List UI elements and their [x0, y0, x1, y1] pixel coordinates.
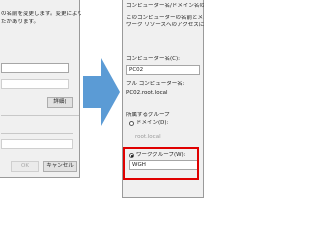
left-separator [1, 115, 79, 116]
ok-button[interactable]: OK [11, 161, 39, 172]
left-workgroup-input[interactable] [1, 139, 73, 149]
right-description-line1: このコンピューターの名前とメンバーシップを変更 [126, 15, 204, 21]
domain-value: root.local [135, 134, 161, 140]
right-description-line2: ワーク リソースへのアクセスに影響する場合があ [126, 22, 204, 28]
left-description-line1: の名前を変更します。変更により、ネット [1, 11, 81, 17]
left-group-line [1, 133, 73, 134]
workgroup-highlight-box [123, 147, 199, 180]
left-computer-name-input[interactable] [1, 63, 69, 73]
member-of-label: 所属するグループ [126, 112, 170, 118]
domain-radio[interactable] [129, 121, 134, 126]
cancel-button[interactable]: キャンセル [43, 161, 77, 172]
arrow-right-icon [83, 58, 120, 126]
computer-name-label: コンピューター名(C): [126, 56, 180, 62]
left-dialog: の名前を変更します。変更により、ネット たがあります。 詳細( OK キャンセル [0, 0, 81, 178]
domain-label: ドメイン(D): [136, 120, 169, 126]
dialog-title: コンピューター名/ドメイン名の変更 [126, 3, 204, 9]
left-full-name-input[interactable] [1, 79, 69, 89]
more-button[interactable]: 詳細( [47, 97, 73, 108]
computer-name-input[interactable]: PC02 [126, 65, 200, 75]
full-name-value: PC02.root.local [126, 90, 168, 96]
full-name-label: フル コンピューター名: [126, 81, 185, 87]
left-description-line2: たがあります。 [1, 19, 39, 25]
